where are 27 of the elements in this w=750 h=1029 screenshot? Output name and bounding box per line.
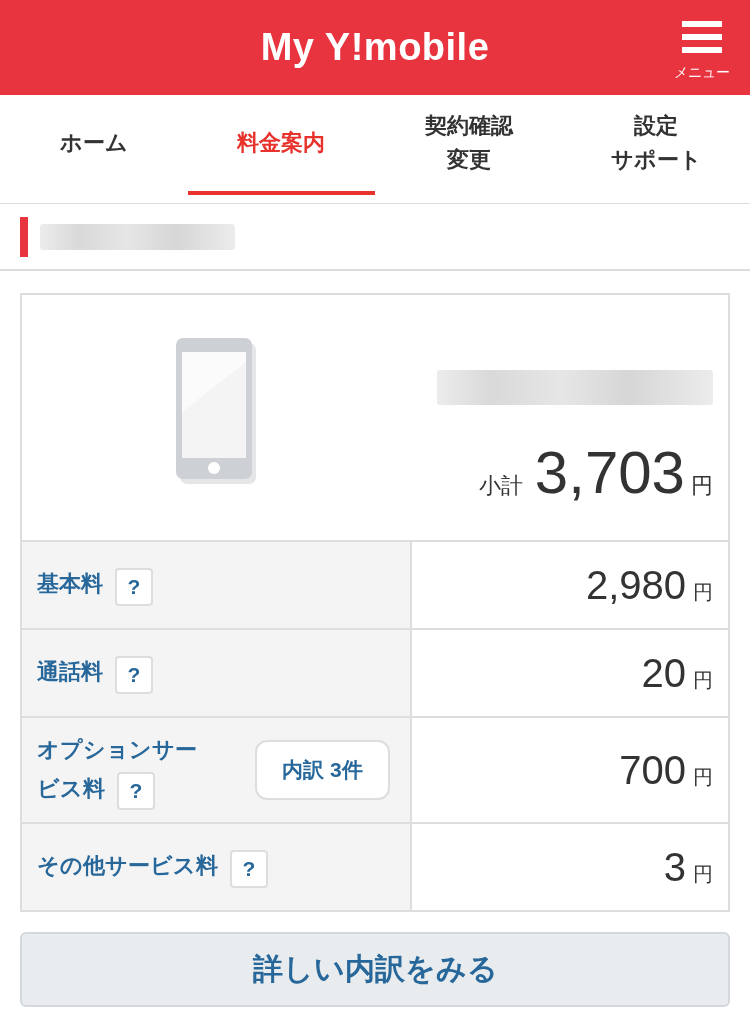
charge-amount: 700 [619,747,686,793]
accent-bar [20,216,28,257]
charge-label: 基本料 [37,571,103,597]
charge-label: ビス料 [37,775,105,801]
charge-amount: 2,980 [585,562,686,608]
charge-amount: 20 [641,650,686,696]
help-button[interactable]: ? [115,655,153,694]
smartphone-icon [176,337,256,484]
help-button[interactable]: ? [117,772,155,811]
currency-unit: 円 [693,579,713,605]
charge-label: 通話料 [37,659,103,685]
app-title: My Y!mobile [260,26,490,69]
charge-label: その他サービス料 [37,853,218,879]
subtotal-label: 小計 [478,472,523,500]
currency-unit: 円 [691,472,713,500]
help-button[interactable]: ? [230,849,268,888]
currency-unit: 円 [693,667,713,693]
menu-button[interactable]: メニュー [674,21,730,80]
detail-button[interactable]: 詳しい内訳をみる [20,932,730,1007]
subtotal-amount: 3,703 [534,441,685,505]
currency-unit: 円 [693,764,713,790]
breakdown-button[interactable]: 内訳 3件 [255,740,390,800]
help-button[interactable]: ? [115,567,153,606]
menu-icon [682,21,722,53]
charge-amount: 3 [663,844,686,890]
charge-label: オプションサー [37,735,197,764]
currency-unit: 円 [693,861,713,887]
